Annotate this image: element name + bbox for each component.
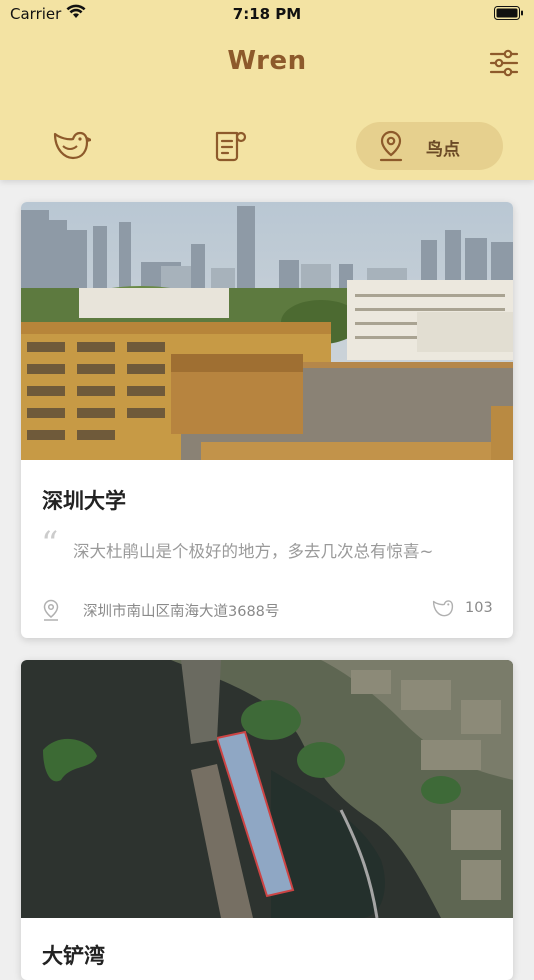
sliders-icon	[489, 49, 519, 77]
note-icon	[215, 131, 247, 162]
bird-count-icon	[432, 600, 454, 617]
spot-photo	[21, 660, 513, 918]
spot-address: 深圳市南山区南海大道3688号	[83, 604, 280, 620]
app-header: Carrier 7:18 PM Wren 鸟点	[0, 0, 534, 180]
status-bar: Carrier 7:18 PM	[0, 0, 534, 28]
quote-icon: “	[41, 524, 59, 564]
spot-title: 大铲湾	[42, 944, 105, 968]
bird-count: 103	[465, 600, 493, 616]
spots-feed[interactable]: 深圳大学 “ 深大杜鹃山是个极好的地方，多去几次总有惊喜~ 深圳市南山区南海大道…	[0, 180, 534, 980]
tab-notes[interactable]	[206, 122, 258, 170]
spot-card[interactable]: 大铲湾	[21, 660, 513, 980]
status-time: 7:18 PM	[232, 5, 302, 23]
spot-title: 深圳大学	[42, 489, 126, 513]
filter-settings-button[interactable]	[488, 48, 520, 78]
tab-birds[interactable]	[44, 122, 96, 170]
tab-spots-label: 鸟点	[426, 140, 460, 160]
address-pin-icon	[43, 599, 59, 621]
app-title: Wren	[227, 46, 307, 76]
battery-icon	[494, 6, 524, 25]
spot-card[interactable]: 深圳大学 “ 深大杜鹃山是个极好的地方，多去几次总有惊喜~ 深圳市南山区南海大道…	[21, 202, 513, 638]
tab-spots[interactable]: 鸟点	[356, 122, 503, 170]
location-pin-icon	[379, 130, 403, 162]
spot-photo	[21, 202, 513, 460]
spot-quote: 深大杜鹃山是个极好的地方，多去几次总有惊喜~	[73, 542, 434, 561]
bird-icon	[53, 131, 91, 160]
